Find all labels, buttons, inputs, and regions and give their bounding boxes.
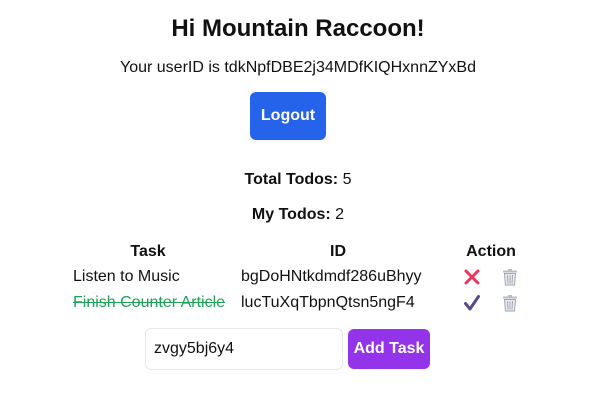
table-row: Finish Counter Article lucTuXqTbpnQtsn5n… (60, 290, 542, 316)
task-id-cell: lucTuXqTbpnQtsn5ngF4 (241, 294, 415, 311)
total-todos-stat: Total Todos: 5 (0, 170, 596, 190)
action-cell (440, 290, 542, 316)
todo-app: Hi Mountain Raccoon! Your userID is tdkN… (0, 0, 596, 400)
task-id-cell: bgDoHNtkdmdf286uBhyy (241, 268, 422, 285)
new-task-input[interactable] (145, 328, 343, 370)
my-todos-value: 2 (335, 206, 345, 223)
task-cell-completed: Finish Counter Article (73, 294, 226, 311)
cross-icon[interactable] (462, 267, 482, 287)
my-todos-label: My Todos: (251, 206, 331, 223)
logout-button[interactable]: Logout (250, 92, 326, 140)
add-task-button[interactable]: Add Task (348, 329, 430, 369)
user-id-prefix: Your userID is (120, 59, 225, 76)
my-todos-stat: My Todos: 2 (0, 205, 596, 225)
greeting-heading: Hi Mountain Raccoon! (171, 15, 425, 42)
action-cell (440, 264, 542, 290)
task-column-header: Task (130, 243, 166, 260)
action-column-header: Action (466, 243, 516, 260)
table-header-row: Task ID Action (60, 240, 542, 264)
id-column-header: ID (330, 243, 346, 260)
total-todos-value: 5 (342, 171, 352, 188)
check-icon[interactable] (462, 293, 482, 313)
trash-icon[interactable] (500, 293, 520, 313)
todo-table: Task ID Action Listen to Music bgDoHNtkd… (60, 240, 542, 316)
user-id-value: tdkNpfDBE2j34MDfKIQHxnnZYxBd (224, 59, 476, 76)
task-cell: Listen to Music (73, 268, 180, 285)
trash-icon[interactable] (500, 267, 520, 287)
table-row: Listen to Music bgDoHNtkdmdf286uBhyy (60, 264, 542, 290)
user-id-line: Your userID is tdkNpfDBE2j34MDfKIQHxnnZY… (0, 58, 596, 78)
total-todos-label: Total Todos: (244, 171, 339, 188)
